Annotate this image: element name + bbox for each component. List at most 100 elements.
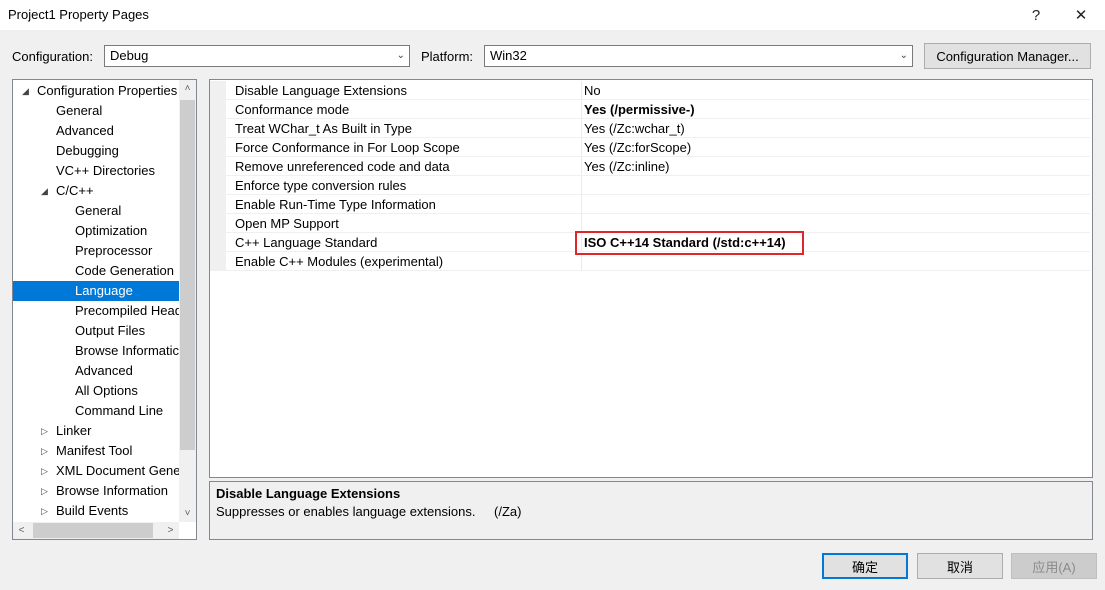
property-value[interactable]: Yes (/Zc:wchar_t) [584,119,685,138]
tree-item[interactable]: VC++ Directories [13,161,179,181]
tree-item[interactable]: ▷ Linker [13,421,179,441]
property-tree[interactable]: ◢ Configuration Properties General Advanced… [12,79,197,540]
row-gutter [210,157,226,176]
chevron-down-icon: ⌄ [396,50,405,61]
tree-item-label: Output Files [75,323,146,338]
tree-item[interactable]: Preprocessor [13,241,179,261]
close-icon: ✕ [1074,7,1088,24]
tree-item-label: Configuration Properties [37,83,178,98]
ok-button[interactable]: 确定 [822,553,908,579]
property-name: Force Conformance in For Loop Scope [235,140,460,155]
platform-value: Win32 [490,48,527,63]
description-title: Disable Language Extensions [216,486,401,501]
row-gutter [210,252,226,271]
scroll-down-icon[interactable]: ˅ [179,505,196,522]
expand-arrow-icon[interactable]: ▷ [41,481,48,501]
row-gutter [210,138,226,157]
property-name: C++ Language Standard [235,235,378,250]
tree-item[interactable]: ▷ Browse Information [13,481,179,501]
collapse-arrow-icon[interactable]: ◢ [22,81,29,101]
tree-item-label: Language [75,283,133,298]
collapse-arrow-icon[interactable]: ◢ [41,181,48,201]
tree-item[interactable]: ◢ C/C++ [13,181,179,201]
tree-item[interactable]: Advanced [13,121,179,141]
title-bar: Project1 Property Pages ? ✕ [0,0,1105,30]
scroll-left-icon[interactable]: < [13,522,30,539]
tree-item[interactable]: General [13,201,179,221]
property-value[interactable]: Yes (/Zc:forScope) [584,138,691,157]
tree-item[interactable]: Optimization [13,221,179,241]
property-name: Enforce type conversion rules [235,178,407,193]
apply-button[interactable]: 应用(A) [1011,553,1097,579]
scrollbar-thumb[interactable] [33,523,153,538]
tree-item[interactable]: Output Files [13,321,179,341]
property-row[interactable]: Remove unreferenced code and data Yes (/Z… [210,157,1090,176]
tree-vertical-scrollbar[interactable]: ˄ ˅ [179,80,196,522]
tree-item-label: VC++ Directories [56,163,155,178]
tree-item-label: XML Document Gene [56,463,179,478]
tree-item-label: Linker [56,423,92,438]
property-grid[interactable]: Disable Language Extensions No Conformance… [209,79,1093,478]
column-separator [581,138,582,157]
property-value[interactable]: Yes (/Zc:inline) [584,157,670,176]
row-gutter [210,100,226,119]
tree-item[interactable]: ▷ XML Document Gene [13,461,179,481]
scrollbar-thumb[interactable] [180,100,195,450]
column-separator [581,81,582,100]
configuration-label: Configuration: [12,49,93,64]
description-switch: (/Za) [494,504,522,519]
tree-item[interactable]: Precompiled Head [13,301,179,321]
close-button[interactable]: ✕ [1061,0,1101,30]
property-row[interactable]: Conformance mode Yes (/permissive-) [210,100,1090,119]
cancel-button[interactable]: 取消 [917,553,1003,579]
tree-item[interactable]: Debugging [13,141,179,161]
row-gutter [210,176,226,195]
property-name: Open MP Support [235,216,339,231]
tree-item-label: Build Events [56,503,129,518]
property-row[interactable]: Force Conformance in For Loop Scope Yes (… [210,138,1090,157]
tree-item[interactable]: Advanced [13,361,179,381]
scroll-up-icon[interactable]: ˄ [179,80,196,97]
configuration-manager-button[interactable]: Configuration Manager... [924,43,1091,69]
row-gutter [210,233,226,252]
expand-arrow-icon[interactable]: ▷ [41,421,48,441]
scroll-right-icon[interactable]: > [162,522,179,539]
tree-item[interactable]: ▷ Manifest Tool [13,441,179,461]
property-name: Conformance mode [235,102,350,117]
tree-item[interactable]: All Options [13,381,179,401]
tree-item-label: General [75,203,122,218]
property-value[interactable]: Yes (/permissive-) [584,100,695,119]
property-name: Enable C++ Modules (experimental) [235,254,444,269]
configuration-dropdown[interactable]: Debug ⌄ [104,45,410,67]
tree-item[interactable]: ◢ Configuration Properties [13,81,179,101]
help-button[interactable]: ? [1016,0,1056,30]
property-row[interactable]: Enforce type conversion rules [210,176,1090,195]
configuration-value: Debug [110,48,149,63]
tree-item-label: Manifest Tool [56,443,133,458]
tree-item[interactable]: ▷ Build Events [13,501,179,521]
row-gutter [210,81,226,100]
tree-item[interactable]: Code Generation [13,261,179,281]
expand-arrow-icon[interactable]: ▷ [41,461,48,481]
tree-item-label: All Options [75,383,138,398]
tree-item[interactable]: Browse Informatic [13,341,179,361]
tree-item-label: C/C++ [56,183,94,198]
property-row[interactable]: Disable Language Extensions No [210,81,1090,100]
tree-item-label: Code Generation [75,263,175,278]
property-row[interactable]: Enable Run-Time Type Information [210,195,1090,214]
tree-item-label: Advanced [75,363,133,378]
tree-item[interactable]: Language [13,281,179,301]
tree-item-label: Browse Information [56,483,168,498]
property-name: Remove unreferenced code and data [235,159,450,174]
tree-item-label: Precompiled Head [75,303,179,318]
tree-horizontal-scrollbar[interactable]: < > [13,522,179,539]
tree-item[interactable]: Command Line [13,401,179,421]
platform-dropdown[interactable]: Win32 ⌄ [484,45,913,67]
tree-item[interactable]: General [13,101,179,121]
property-value[interactable]: No [584,81,601,100]
column-separator [581,100,582,119]
property-row[interactable]: Treat WChar_t As Built in Type Yes (/Zc:w… [210,119,1090,138]
expand-arrow-icon[interactable]: ▷ [41,441,48,461]
column-separator [581,157,582,176]
expand-arrow-icon[interactable]: ▷ [41,501,48,521]
